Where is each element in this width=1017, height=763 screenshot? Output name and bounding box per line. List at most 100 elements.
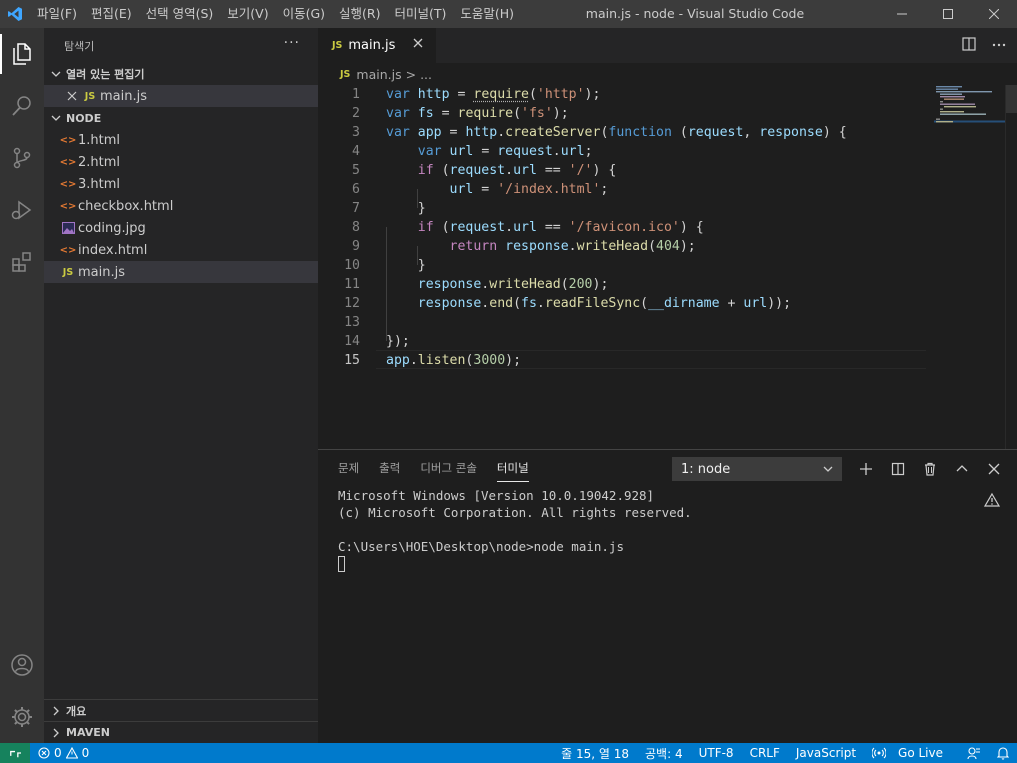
notifications-button[interactable]	[989, 746, 1017, 760]
window-title: main.js - node - Visual Studio Code	[520, 0, 870, 28]
file-item-main-js[interactable]: JS main.js	[44, 261, 318, 283]
close-icon[interactable]	[64, 88, 80, 104]
tab-main-js[interactable]: JS main.js	[318, 28, 436, 63]
tab-debug-console[interactable]: 디버그 콘솔	[420, 460, 477, 482]
warning-icon[interactable]	[984, 492, 1000, 512]
code-line: var http = require('http');	[386, 85, 600, 104]
close-icon	[989, 9, 999, 19]
warning-count: 0	[82, 746, 90, 760]
problems-indicator[interactable]: 0 0	[38, 746, 89, 760]
maximize-panel-button[interactable]	[952, 459, 972, 479]
error-count: 0	[54, 746, 62, 760]
line-number: 11	[318, 275, 360, 294]
breadcrumb: JS main.js > ...	[318, 63, 1017, 85]
indentation[interactable]: 공백: 4	[637, 745, 691, 762]
kill-terminal-button[interactable]	[920, 459, 940, 479]
code-line: }	[386, 256, 426, 275]
tab-output[interactable]: 출력	[379, 460, 400, 482]
menu-run[interactable]: 실행(R)	[332, 0, 387, 28]
files-icon	[10, 42, 34, 66]
chevron-down-icon	[821, 462, 835, 480]
file-label: 2.html	[78, 155, 120, 170]
terminal-line	[338, 521, 692, 538]
bell-icon	[997, 746, 1009, 760]
new-terminal-button[interactable]	[856, 459, 876, 479]
code-line: var fs = require('fs');	[386, 104, 569, 123]
remote-button[interactable]	[0, 743, 30, 763]
split-terminal-button[interactable]	[888, 459, 908, 479]
close-panel-button[interactable]	[984, 459, 1004, 479]
breadcrumb-file[interactable]: main.js	[356, 67, 401, 82]
encoding[interactable]: UTF-8	[691, 746, 742, 760]
file-item-checkbox-html[interactable]: <> checkbox.html	[44, 195, 318, 217]
explorer-title: 탐색기	[64, 38, 94, 54]
line-number: 9	[318, 237, 360, 256]
go-live-button[interactable]: Go Live	[864, 746, 959, 760]
close-icon	[987, 462, 1001, 476]
activity-manage[interactable]	[0, 691, 44, 743]
breadcrumb-more[interactable]: ...	[420, 67, 432, 82]
menu-file[interactable]: 파일(F)	[30, 0, 84, 28]
activity-explorer[interactable]	[0, 28, 44, 80]
open-editor-item[interactable]: JS main.js	[44, 85, 318, 107]
vscode-logo-icon	[0, 0, 30, 28]
menu-go[interactable]: 이동(G)	[276, 0, 332, 28]
more-icon[interactable]	[991, 36, 1007, 56]
activity-bar	[0, 28, 44, 743]
editor-scrollbar[interactable]	[1005, 85, 1017, 449]
code-line: response.end(fs.readFileSync(__dirname +…	[386, 294, 791, 313]
activity-run-debug[interactable]	[0, 184, 44, 236]
menu-edit[interactable]: 편집(E)	[84, 0, 139, 28]
menu-help[interactable]: 도움말(H)	[453, 0, 521, 28]
cursor-position[interactable]: 줄 15, 열 18	[553, 745, 637, 762]
broadcast-icon	[872, 747, 886, 759]
file-item-1-html[interactable]: <> 1.html	[44, 129, 318, 151]
scrollbar-thumb[interactable]	[1006, 85, 1017, 113]
line-number: 7	[318, 199, 360, 218]
chevron-down-icon	[48, 69, 64, 79]
language-mode[interactable]: JavaScript	[788, 746, 864, 760]
file-label: main.js	[78, 265, 125, 280]
file-label: index.html	[78, 243, 147, 258]
menu-view[interactable]: 보기(V)	[220, 0, 275, 28]
terminal-line: Microsoft Windows [Version 10.0.19042.92…	[338, 487, 692, 504]
close-window-button[interactable]	[971, 0, 1017, 28]
line-number: 14	[318, 332, 360, 351]
source-control-icon	[10, 146, 34, 170]
node-folder-section[interactable]: NODE	[44, 107, 318, 129]
line-ending[interactable]: CRLF	[742, 746, 788, 760]
activity-source-control[interactable]	[0, 132, 44, 184]
feedback-button[interactable]	[959, 746, 989, 760]
line-number: 1	[318, 85, 360, 104]
outline-label: 개요	[66, 703, 86, 719]
terminal-output[interactable]: Microsoft Windows [Version 10.0.19042.92…	[338, 487, 692, 555]
more-actions-button[interactable]: ···	[284, 35, 300, 51]
activity-search[interactable]	[0, 80, 44, 132]
maximize-button[interactable]	[925, 0, 971, 28]
file-item-2-html[interactable]: <> 2.html	[44, 151, 318, 173]
outline-section[interactable]: 개요	[44, 699, 318, 721]
menu-terminal[interactable]: 터미널(T)	[388, 0, 454, 28]
line-number: 3	[318, 123, 360, 142]
tab-problems[interactable]: 문제	[338, 460, 359, 482]
file-item-3-html[interactable]: <> 3.html	[44, 173, 318, 195]
breadcrumb-separator: >	[406, 67, 416, 82]
go-live-label: Go Live	[890, 746, 951, 760]
trash-icon	[923, 462, 937, 476]
file-item-index-html[interactable]: <> index.html	[44, 239, 318, 261]
activity-accounts[interactable]	[0, 639, 44, 691]
menu-selection[interactable]: 선택 영역(S)	[139, 0, 221, 28]
open-editors-section[interactable]: 열려 있는 편집기	[44, 63, 318, 85]
file-label: checkbox.html	[78, 199, 173, 214]
file-item-coding-jpg[interactable]: coding.jpg	[44, 217, 318, 239]
file-label: coding.jpg	[78, 221, 146, 236]
activity-extensions[interactable]	[0, 236, 44, 288]
code-editor[interactable]: 1 2 3 4 5 6 7 8 9 10 11 12 13 14 15 var …	[318, 85, 926, 449]
terminal-select[interactable]: 1: node	[672, 457, 842, 481]
split-editor-icon[interactable]	[961, 36, 977, 56]
maven-section[interactable]: MAVEN	[44, 721, 318, 743]
close-tab-icon[interactable]	[412, 37, 424, 53]
minimize-button[interactable]	[879, 0, 925, 28]
tab-terminal[interactable]: 터미널	[497, 460, 529, 482]
minimap[interactable]	[934, 85, 1006, 125]
